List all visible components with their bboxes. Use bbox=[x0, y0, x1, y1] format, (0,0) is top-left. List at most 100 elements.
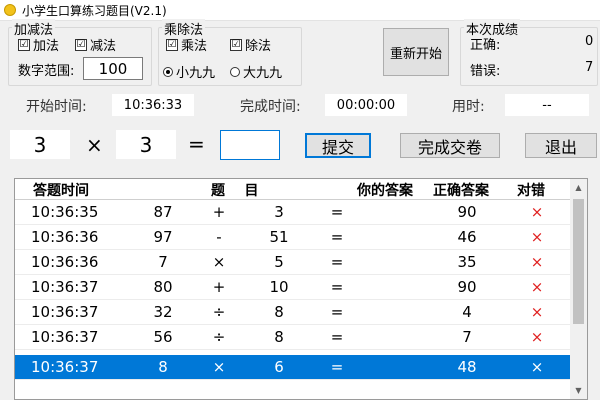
end-time-label: 完成时间: bbox=[240, 99, 301, 115]
cell-time: 10:36:37 bbox=[31, 358, 99, 376]
cell-correct-answer: 35 bbox=[457, 253, 477, 271]
cell-operand-b: 10 bbox=[269, 278, 289, 296]
title-bar: 小学生口算练习题目(V2.1) bbox=[0, 0, 600, 21]
wrong-mark-icon: × bbox=[530, 328, 544, 346]
scroll-down-icon[interactable]: ▼ bbox=[570, 382, 587, 399]
equals-sign: = bbox=[188, 132, 205, 156]
window-title: 小学生口算练习题目(V2.1) bbox=[22, 4, 167, 18]
start-time-field: 10:36:33 bbox=[112, 94, 194, 116]
answer-input[interactable] bbox=[220, 130, 280, 160]
cell-operand-b: 6 bbox=[274, 358, 284, 376]
radio-empty-icon bbox=[230, 66, 240, 77]
sub-checkbox[interactable]: ☑ 减法 bbox=[75, 35, 116, 54]
table-row[interactable]: 10:36:35 87 + 3 = 90 × bbox=[15, 200, 571, 225]
restart-button[interactable]: 重新开始 bbox=[383, 28, 449, 76]
big-table-label: 大九九 bbox=[243, 66, 283, 81]
cell-time: 10:36:36 bbox=[31, 228, 99, 246]
header-your-answer: 你的答案 bbox=[357, 183, 413, 199]
cell-correct-answer: 48 bbox=[457, 358, 477, 376]
cell-correct-answer: 90 bbox=[457, 278, 477, 296]
cell-operator: ÷ bbox=[212, 328, 226, 346]
cell-correct-answer: 90 bbox=[457, 203, 477, 221]
cell-equals: = bbox=[330, 253, 344, 271]
big-table-radio[interactable]: 大九九 bbox=[230, 62, 282, 81]
add-label: 加法 bbox=[33, 39, 60, 54]
table-row[interactable]: 10:36:37 80 + 10 = 90 × bbox=[15, 275, 571, 300]
small-table-label: 小九九 bbox=[176, 66, 216, 81]
scroll-up-icon[interactable]: ▲ bbox=[570, 179, 587, 196]
header-time: 答题时间 bbox=[33, 183, 89, 199]
checkbox-icon: ☑ bbox=[166, 38, 178, 51]
cell-operand-a: 7 bbox=[158, 253, 168, 271]
cell-time: 10:36:36 bbox=[31, 253, 99, 271]
table-row-selected[interactable]: 10:36:37 8 × 6 = 48 × bbox=[15, 355, 571, 380]
table-scrollbar[interactable]: ▲ ▼ bbox=[570, 179, 587, 399]
div-checkbox[interactable]: ☑ 除法 bbox=[230, 35, 271, 54]
cell-operator: × bbox=[212, 253, 226, 271]
wrong-value: 7 bbox=[585, 60, 594, 75]
div-label: 除法 bbox=[245, 39, 272, 54]
wrong-mark-icon: × bbox=[530, 228, 544, 246]
wrong-mark-icon: × bbox=[530, 303, 544, 321]
table-header: 答题时间 题 目 你的答案 正确答案 对错 bbox=[15, 179, 571, 200]
finish-button[interactable]: 完成交卷 bbox=[400, 133, 500, 158]
cell-equals: = bbox=[330, 278, 344, 296]
range-label: 数字范围: bbox=[18, 64, 75, 79]
cell-operand-b: 8 bbox=[274, 303, 284, 321]
checkbox-icon: ☑ bbox=[75, 38, 87, 51]
small-table-radio[interactable]: 小九九 bbox=[163, 62, 215, 81]
mul-checkbox[interactable]: ☑ 乘法 bbox=[166, 35, 207, 54]
wrong-mark-icon: × bbox=[530, 203, 544, 221]
wrong-label: 错误: bbox=[470, 64, 501, 79]
header-correct-answer: 正确答案 bbox=[433, 183, 489, 199]
cell-operand-a: 32 bbox=[153, 303, 173, 321]
table-row[interactable]: 10:36:37 56 ÷ 8 = 7 × bbox=[15, 325, 571, 350]
cell-time: 10:36:37 bbox=[31, 278, 99, 296]
cell-operand-b: 51 bbox=[269, 228, 289, 246]
header-verdict: 对错 bbox=[517, 183, 545, 199]
mul-label: 乘法 bbox=[181, 39, 208, 54]
cell-equals: = bbox=[330, 228, 344, 246]
wrong-mark-icon: × bbox=[530, 253, 544, 271]
cell-operand-a: 97 bbox=[153, 228, 173, 246]
cell-operand-a: 80 bbox=[153, 278, 173, 296]
wrong-mark-icon: × bbox=[530, 278, 544, 296]
cell-operator: × bbox=[212, 358, 226, 376]
app-icon bbox=[4, 4, 16, 16]
cell-equals: = bbox=[330, 358, 344, 376]
exit-button[interactable]: 退出 bbox=[525, 133, 597, 158]
cell-equals: = bbox=[330, 303, 344, 321]
cell-operand-b: 5 bbox=[274, 253, 284, 271]
cell-operand-a: 8 bbox=[158, 358, 168, 376]
end-time-field: 00:00:00 bbox=[325, 94, 407, 116]
cell-operand-b: 8 bbox=[274, 328, 284, 346]
cell-operator: + bbox=[212, 278, 226, 296]
add-checkbox[interactable]: ☑ 加法 bbox=[18, 35, 59, 54]
radio-selected-icon bbox=[163, 66, 173, 77]
used-time-label: 用时: bbox=[452, 99, 485, 115]
cell-operand-b: 3 bbox=[274, 203, 284, 221]
cell-equals: = bbox=[330, 328, 344, 346]
checkbox-icon: ☑ bbox=[18, 38, 30, 51]
cell-operator: - bbox=[216, 228, 222, 246]
cell-equals: = bbox=[330, 203, 344, 221]
header-question: 题 目 bbox=[211, 183, 259, 199]
cell-operator: ÷ bbox=[212, 303, 226, 321]
cell-time: 10:36:37 bbox=[31, 328, 99, 346]
table-row[interactable]: 10:36:36 7 × 5 = 35 × bbox=[15, 250, 571, 275]
operand-a-field: 3 bbox=[10, 130, 70, 159]
correct-value: 0 bbox=[585, 34, 594, 49]
cell-correct-answer: 7 bbox=[462, 328, 472, 346]
range-input[interactable]: 100 bbox=[83, 57, 143, 80]
scroll-thumb[interactable] bbox=[573, 199, 584, 324]
submit-button[interactable]: 提交 bbox=[305, 133, 371, 158]
results-table[interactable]: 答题时间 题 目 你的答案 正确答案 对错 10:36:35 87 + 3 = … bbox=[14, 178, 588, 400]
cell-time: 10:36:35 bbox=[31, 203, 99, 221]
start-time-label: 开始时间: bbox=[26, 99, 87, 115]
sub-label: 减法 bbox=[90, 39, 117, 54]
table-row[interactable]: 10:36:36 97 - 51 = 46 × bbox=[15, 225, 571, 250]
correct-label: 正确: bbox=[470, 38, 501, 53]
cell-operand-a: 56 bbox=[153, 328, 173, 346]
table-row[interactable]: 10:36:37 32 ÷ 8 = 4 × bbox=[15, 300, 571, 325]
operator-sign: × bbox=[86, 133, 103, 157]
